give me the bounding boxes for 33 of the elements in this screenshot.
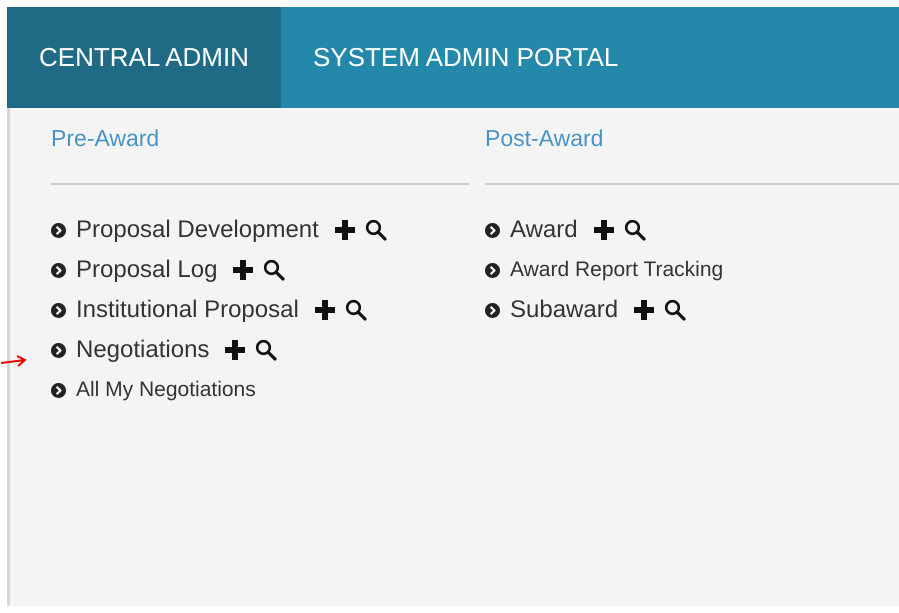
menu-link[interactable]: Subaward — [510, 296, 618, 324]
nav-tab[interactable]: CENTRAL ADMIN — [7, 7, 281, 108]
add-icon[interactable] — [334, 220, 355, 240]
add-icon[interactable] — [594, 220, 614, 240]
add-icon[interactable] — [634, 300, 654, 320]
chevron-circle-icon — [51, 382, 66, 398]
chevron-circle-icon — [485, 222, 500, 238]
chevron-circle-icon — [485, 262, 500, 278]
search-icon[interactable] — [255, 339, 278, 361]
column-heading: Pre-Award — [51, 124, 160, 153]
chevron-circle-icon — [51, 222, 66, 238]
add-icon[interactable] — [314, 300, 335, 320]
column-heading: Post-Award — [485, 124, 604, 153]
menu-link[interactable]: Proposal Development — [76, 216, 319, 244]
menu-link[interactable]: Institutional Proposal — [76, 296, 299, 324]
menu-link[interactable]: Negotiations — [76, 336, 210, 364]
search-icon[interactable] — [344, 299, 367, 321]
chevron-circle-icon — [51, 262, 66, 278]
menu-link[interactable]: Award — [510, 216, 578, 244]
search-icon[interactable] — [624, 219, 646, 241]
add-icon[interactable] — [233, 260, 254, 280]
search-icon[interactable] — [364, 219, 387, 241]
menu-link[interactable]: All My Negotiations — [76, 378, 256, 402]
search-icon[interactable] — [263, 259, 286, 281]
nav-tab[interactable]: SYSTEM ADMIN PORTAL — [280, 7, 650, 108]
chevron-circle-icon — [51, 302, 66, 318]
add-icon[interactable] — [225, 340, 246, 360]
pointer-arrow-icon — [1, 355, 27, 369]
search-icon[interactable] — [664, 299, 686, 321]
chevron-circle-icon — [485, 302, 500, 318]
menu-link[interactable]: Proposal Log — [76, 256, 218, 284]
menu-link[interactable]: Award Report Tracking — [510, 258, 724, 282]
chevron-circle-icon — [51, 342, 66, 358]
